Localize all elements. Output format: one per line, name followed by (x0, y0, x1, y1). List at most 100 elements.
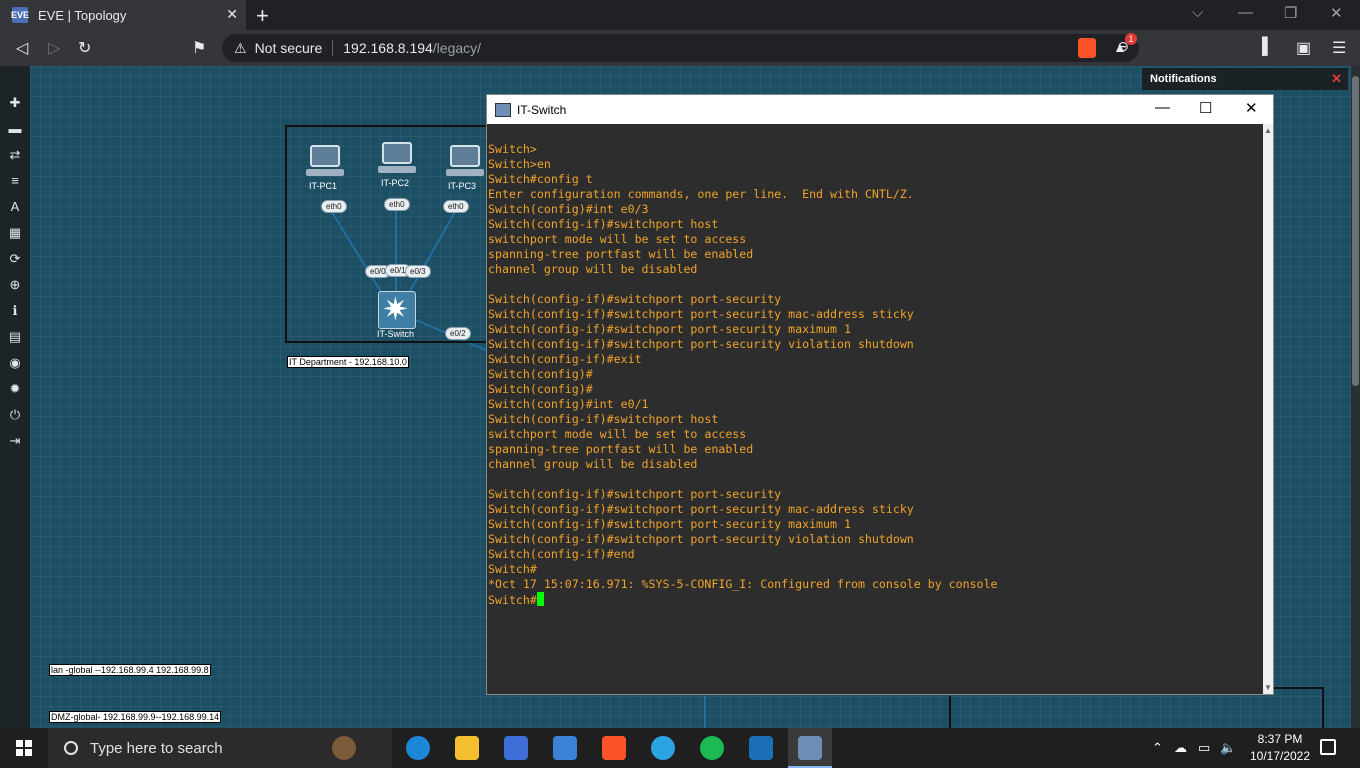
putty-taskbar-button[interactable] (788, 728, 832, 768)
node-label[interactable]: IT-PC2 (381, 178, 409, 188)
security-status[interactable]: Not secure (255, 40, 323, 56)
volume-icon[interactable]: 🔈 (1220, 740, 1236, 756)
terminal-line: channel group will be disabled (488, 262, 698, 276)
eve-sidebar: ✚ ▬ ⇄ ≡ A ▦ ⟳ ⊕ ℹ ▤ ◉ ✹ ⏻ ⇥ (0, 66, 30, 728)
back-icon[interactable]: ◁ (16, 38, 28, 58)
spotify-icon[interactable] (700, 736, 724, 760)
node-label[interactable]: IT-PC1 (309, 181, 337, 191)
store-icon[interactable] (504, 736, 528, 760)
zoom-icon[interactable]: ⊕ (7, 278, 23, 292)
wallet-icon[interactable]: ▣ (1296, 38, 1311, 58)
cortana-owl-icon[interactable] (332, 736, 356, 760)
tab-close-icon[interactable]: ✕ (226, 6, 238, 23)
power-icon[interactable]: ⏻ (7, 408, 23, 422)
pc-icon (310, 145, 340, 167)
terminal-titlebar[interactable]: IT-Switch — ☐ ✕ (487, 95, 1273, 124)
node-label[interactable]: IT-PC3 (448, 181, 476, 191)
window-close-button[interactable]: ✕ (1330, 4, 1343, 22)
grid-icon[interactable]: ▦ (7, 226, 23, 240)
terminal-minimize-button[interactable]: — (1155, 99, 1170, 116)
bookmark-icon[interactable]: ⚑ (192, 38, 206, 58)
terminal-line: spanning-tree portfast will be enabled (488, 247, 754, 261)
terminal-scrollbar[interactable]: ▲ ▼ (1263, 124, 1273, 694)
telegram-icon[interactable] (651, 736, 675, 760)
tab-search-icon[interactable]: ⌵ (1192, 4, 1203, 21)
scroll-down-icon[interactable]: ▼ (1264, 683, 1272, 692)
refresh-icon[interactable]: ⟳ (7, 252, 23, 266)
action-center-icon[interactable] (1320, 739, 1336, 755)
mail-icon[interactable] (553, 736, 577, 760)
notifications-panel: Notifications ✕ (1142, 68, 1348, 90)
edge-icon[interactable] (406, 736, 430, 760)
list-icon[interactable]: ≡ (7, 174, 23, 188)
brave-shields-icon[interactable] (1078, 38, 1096, 58)
terminal-close-button[interactable]: ✕ (1245, 99, 1258, 117)
terminal-line: Switch(config-if)#exit (488, 352, 642, 366)
iface-label: e0/3 (405, 265, 431, 278)
sidebar-toggle-icon[interactable]: ▌ (1262, 38, 1273, 56)
plus-icon[interactable]: ✚ (7, 96, 23, 110)
terminal-line: Switch(config-if)#switchport host (488, 217, 719, 231)
terminal-prompt-line[interactable]: Switch# (488, 592, 1263, 607)
taskbar-clock[interactable]: 8:37 PM 10/17/2022 (1248, 731, 1312, 765)
file-explorer-icon[interactable] (455, 736, 479, 760)
node-it-pc3[interactable] (446, 145, 488, 181)
page-scrollbar[interactable] (1351, 66, 1360, 728)
search-icon (64, 741, 78, 755)
menu-icon[interactable]: ☰ (1332, 38, 1346, 58)
pc-base (306, 169, 344, 176)
forward-icon[interactable]: ▷ (48, 38, 60, 58)
browser-toolbar: ◁ ▷ ↻ ⚑ ⚠ Not secure 192.168.8.194 /lega… (0, 30, 1360, 66)
tray-chevron-icon[interactable]: ⌃ (1152, 740, 1163, 756)
info-icon[interactable]: ℹ (7, 304, 23, 318)
text-icon[interactable]: A (7, 200, 23, 214)
window-minimize-button[interactable]: — (1238, 4, 1253, 21)
node-it-pc2[interactable] (378, 142, 420, 178)
settings-icon[interactable]: ✹ (7, 382, 23, 396)
network-icon[interactable]: ▭ (1198, 740, 1210, 756)
status-icon[interactable]: ◉ (7, 356, 23, 370)
node-it-pc1[interactable] (306, 145, 348, 181)
terminal-line: Switch(config)#int e0/3 (488, 202, 649, 216)
terminal-line: Switch#config t (488, 172, 593, 186)
page-scroll-thumb[interactable] (1352, 76, 1359, 386)
terminal-line: Switch# (488, 562, 537, 576)
node-label[interactable]: IT-Switch (377, 329, 414, 339)
links-icon[interactable]: ⇄ (7, 148, 23, 162)
brave-icon[interactable] (602, 736, 626, 760)
terminal-output[interactable]: Switch> Switch>en Switch#config t Enter con… (487, 124, 1263, 694)
group-label[interactable]: IT Department - 192.168.10.0 (287, 356, 409, 368)
putty-icon (495, 102, 511, 117)
pc-base (378, 166, 416, 173)
new-tab-button[interactable]: + (256, 3, 269, 29)
brave-rewards-icon[interactable]: ▲ 1 (1113, 33, 1137, 57)
text-label[interactable]: lan -global --192.168.99.4 192.168.99.8 (49, 664, 211, 676)
text-label[interactable]: DMZ-global- 192.168.99.9--192.168.99.14 (49, 711, 222, 723)
add-object-icon[interactable]: ▬ (7, 122, 23, 136)
iface-label: eth0 (443, 200, 469, 213)
window-restore-button[interactable]: ❐ (1284, 4, 1297, 22)
node-it-switch[interactable]: ✷ (378, 291, 416, 329)
terminal-line: Switch(config-if)#switchport port-securi… (488, 322, 851, 336)
logout-icon[interactable]: ⇥ (7, 434, 23, 448)
pc-icon (450, 145, 480, 167)
logs-icon[interactable]: ▤ (7, 330, 23, 344)
terminal-prompt: Switch# (488, 593, 537, 607)
address-bar[interactable]: ⚠ Not secure 192.168.8.194 /legacy/ ⊖ (222, 34, 1139, 62)
onedrive-icon[interactable]: ☁ (1174, 740, 1187, 756)
notifications-close-icon[interactable]: ✕ (1331, 71, 1342, 87)
address-divider (332, 40, 334, 56)
reload-icon[interactable]: ↻ (78, 38, 91, 58)
pc-base (446, 169, 484, 176)
scroll-up-icon[interactable]: ▲ (1264, 126, 1272, 135)
terminal-line: Switch(config-if)#switchport host (488, 412, 719, 426)
iface-label: eth0 (384, 198, 410, 211)
terminal-line: *Oct 17 15:07:16.971: %SYS-5-CONFIG_I: C… (488, 577, 998, 591)
windows-start-icon[interactable] (16, 740, 32, 756)
url-path: /legacy/ (432, 40, 482, 56)
terminal-maximize-button[interactable]: ☐ (1199, 99, 1212, 117)
clock-date: 10/17/2022 (1249, 749, 1311, 763)
warning-icon[interactable]: ⚠ (234, 40, 247, 57)
virtualbox-icon[interactable] (749, 736, 773, 760)
tab-eve-topology[interactable]: EVE EVE | Topology ✕ (0, 0, 246, 30)
